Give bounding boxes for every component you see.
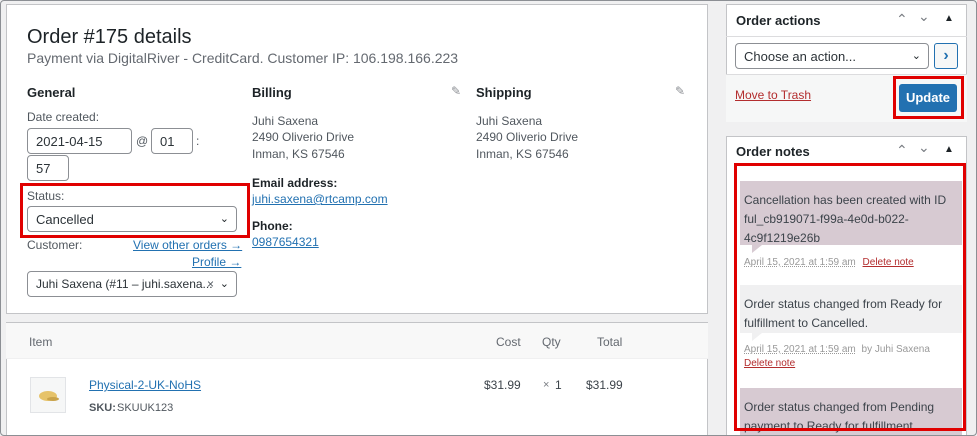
items-table-header: Item Cost Qty Total xyxy=(6,323,708,359)
date-created-input[interactable]: 2021-04-15 xyxy=(27,128,132,154)
product-thumbnail xyxy=(30,377,66,413)
note-tail xyxy=(752,245,762,253)
note-text: Order status changed from Ready for fulf… xyxy=(744,297,943,330)
shipping-heading: Shipping xyxy=(476,85,532,100)
chevron-down-icon[interactable]: ⌄ xyxy=(918,8,930,25)
status-select[interactable]: Cancelled ⌄ xyxy=(27,206,237,232)
chevron-up-icon[interactable]: ⌃ xyxy=(896,142,908,159)
chevron-down-icon: ⌄ xyxy=(219,213,229,225)
status-label: Status: xyxy=(27,189,65,203)
order-action-select-value: Choose an action... xyxy=(744,49,857,64)
order-notes-heading: Order notes xyxy=(736,144,810,159)
order-actions-heading: Order actions xyxy=(736,13,821,28)
product-link[interactable]: Physical-2-UK-NoHS xyxy=(89,378,201,392)
go-icon: › xyxy=(943,47,949,64)
column-total: Total xyxy=(597,335,623,349)
note-meta: April 15, 2021 at 1:59 am by Juhi Saxena xyxy=(744,344,930,355)
note-date: April 15, 2021 at 1:59 am xyxy=(744,257,856,268)
column-qty: Qty xyxy=(542,335,561,349)
divider xyxy=(726,36,967,37)
sku-label: SKU: xyxy=(89,402,116,414)
cap-image-icon xyxy=(39,391,59,401)
item-qty-x: × xyxy=(543,379,550,391)
page-title: Order #175 details xyxy=(27,26,192,48)
colon-label: : xyxy=(196,134,200,148)
delete-note-link[interactable]: Delete note xyxy=(863,257,914,268)
chevron-down-icon[interactable]: ⌄ xyxy=(918,139,930,156)
clear-customer-icon[interactable]: × xyxy=(207,277,214,291)
update-button[interactable]: Update xyxy=(899,84,957,112)
customer-select-value: Juhi Saxena (#11 – juhi.saxena... xyxy=(36,277,213,291)
note-tail xyxy=(752,333,762,341)
chevron-up-icon[interactable]: ⌃ xyxy=(896,11,908,28)
sku-value: SKUUK123 xyxy=(117,402,174,414)
move-to-trash-link[interactable]: Move to Trash xyxy=(735,88,811,102)
note-date: April 15, 2021 at 1:59 am xyxy=(744,344,856,355)
customer-select[interactable]: Juhi Saxena (#11 – juhi.saxena... × ⌄ xyxy=(27,271,237,297)
order-note: Cancellation has been created with ID fu… xyxy=(740,181,962,245)
note-text: Cancellation has been created with ID fu… xyxy=(744,193,947,245)
order-note: Order status changed from Ready for fulf… xyxy=(740,285,962,333)
column-cost: Cost xyxy=(496,335,521,349)
column-item: Item xyxy=(29,335,53,349)
profile-link[interactable]: Profile → xyxy=(192,255,241,269)
order-subtitle: Payment via DigitalRiver - CreditCard. C… xyxy=(27,50,459,66)
note-text: Order status changed from Pending paymen… xyxy=(744,400,935,433)
minute-input[interactable]: 57 xyxy=(27,155,69,181)
triangle-up-icon[interactable]: ▲ xyxy=(944,144,954,155)
email-link[interactable]: juhi.saxena@rtcamp.com xyxy=(252,190,388,209)
general-heading: General xyxy=(27,85,76,100)
customer-label: Customer: xyxy=(27,238,83,252)
note-meta: April 15, 2021 at 1:59 am Delete note xyxy=(744,257,914,268)
edit-billing-icon[interactable]: ✎ xyxy=(451,84,461,98)
order-note: Order status changed from Pending paymen… xyxy=(740,388,962,436)
item-total: $31.99 xyxy=(586,378,623,392)
phone-link[interactable]: 0987654321 xyxy=(252,233,319,252)
chevron-down-icon: ⌄ xyxy=(219,278,229,290)
shipping-city: Inman, KS 67546 xyxy=(476,147,569,161)
note-author: by Juhi Saxena xyxy=(861,344,930,355)
apply-action-button[interactable]: › xyxy=(934,43,958,69)
order-action-select[interactable]: Choose an action... ⌄ xyxy=(735,43,929,69)
view-other-orders-link[interactable]: View other orders → xyxy=(133,238,242,252)
delete-note-link[interactable]: Delete note xyxy=(744,358,795,369)
billing-heading: Billing xyxy=(252,85,292,100)
at-label: @ xyxy=(136,134,149,148)
hour-input[interactable]: 01 xyxy=(151,128,193,154)
date-created-label: Date created: xyxy=(27,110,100,124)
billing-city: Inman, KS 67546 xyxy=(252,147,345,161)
status-select-value: Cancelled xyxy=(36,212,94,227)
item-cost: $31.99 xyxy=(484,378,521,392)
chevron-down-icon: ⌄ xyxy=(911,50,921,62)
triangle-up-icon[interactable]: ▲ xyxy=(944,13,954,24)
edit-shipping-icon[interactable]: ✎ xyxy=(675,84,685,98)
item-qty: 1 xyxy=(555,378,562,392)
